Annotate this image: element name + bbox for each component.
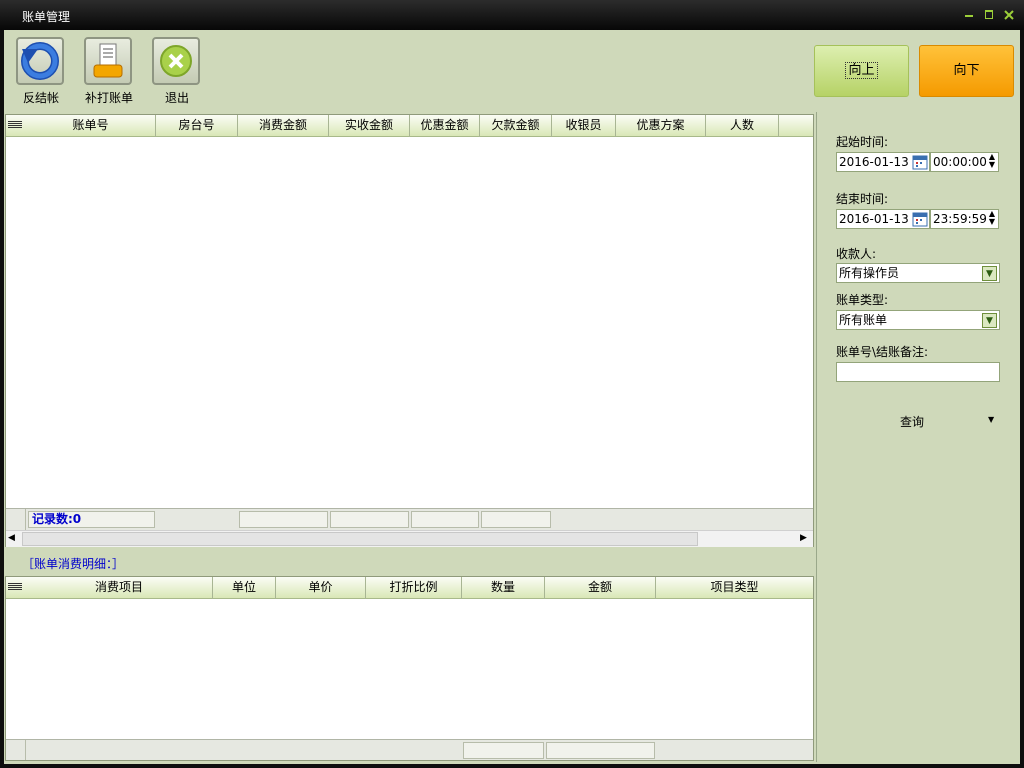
bill-type-label: 账单类型: bbox=[836, 293, 889, 307]
start-date-value: 2016-01-13 bbox=[839, 155, 909, 169]
col-arrears-amount[interactable]: 欠款金额 bbox=[480, 115, 552, 137]
up-button-label: 向上 bbox=[845, 62, 878, 79]
scrollbar-thumb[interactable] bbox=[22, 532, 698, 546]
col-room-no[interactable]: 房台号 bbox=[156, 115, 238, 137]
end-time-value: 23:59:59 bbox=[933, 212, 987, 226]
col-people[interactable]: 人数 bbox=[706, 115, 779, 137]
window-title: 账单管理 bbox=[22, 10, 71, 24]
col-discount-plan[interactable]: 优惠方案 bbox=[616, 115, 706, 137]
chevron-down-icon[interactable]: ▼ bbox=[982, 313, 997, 328]
scroll-right-icon[interactable]: ▶ bbox=[800, 533, 807, 543]
down-button-label: 向下 bbox=[953, 63, 980, 78]
bill-table-header: 账单号 房台号 消费金额 实收金额 优惠金额 欠款金额 收银员 优惠方案 人数 bbox=[6, 115, 813, 137]
query-button[interactable]: 查询 ▼ bbox=[836, 409, 1000, 431]
filter-panel: 起始时间: 2016-01-13 00:00:00 ▲ ▼ 结束时间: 2016-… bbox=[816, 112, 1020, 762]
col-quantity[interactable]: 数量 bbox=[462, 577, 545, 599]
end-date-value: 2016-01-13 bbox=[839, 212, 909, 226]
payee-label: 收款人: bbox=[836, 247, 877, 261]
col-item-type[interactable]: 项目类型 bbox=[656, 577, 813, 599]
dropdown-arrow-icon[interactable]: ▼ bbox=[988, 415, 994, 424]
bill-type-value: 所有账单 bbox=[839, 313, 888, 327]
col-amount[interactable]: 金额 bbox=[545, 577, 656, 599]
col-received-amount[interactable]: 实收金额 bbox=[329, 115, 410, 137]
scroll-left-icon[interactable]: ◀ bbox=[8, 533, 15, 543]
col-discount-amount[interactable]: 优惠金额 bbox=[410, 115, 480, 137]
close-button[interactable] bbox=[1004, 9, 1014, 20]
start-time-value: 00:00:00 bbox=[933, 155, 987, 169]
col-cashier[interactable]: 收银员 bbox=[552, 115, 616, 137]
col-consume-item[interactable]: 消费项目 bbox=[26, 577, 213, 599]
col-unit-price[interactable]: 单价 bbox=[276, 577, 366, 599]
printer-icon bbox=[84, 37, 132, 85]
down-button[interactable]: 向下 bbox=[919, 45, 1014, 97]
col-bill-no[interactable]: 账单号 bbox=[26, 115, 156, 137]
bill-note-label: 账单号\结账备注: bbox=[836, 345, 929, 359]
undo-icon bbox=[16, 37, 64, 85]
up-button[interactable]: 向上 bbox=[814, 45, 909, 97]
col-unit[interactable]: 单位 bbox=[213, 577, 276, 599]
bill-note-input[interactable] bbox=[836, 362, 1000, 382]
horizontal-scrollbar[interactable]: ◀ ▶ bbox=[6, 530, 813, 547]
spin-icon[interactable]: ▲ ▼ bbox=[989, 153, 995, 169]
calendar-icon[interactable] bbox=[912, 154, 928, 170]
bill-type-select[interactable]: 所有账单 ▼ bbox=[836, 310, 1000, 330]
detail-table-header: 消费项目 单位 单价 打折比例 数量 金额 项目类型 bbox=[6, 577, 813, 599]
minimize-button[interactable] bbox=[964, 9, 974, 19]
start-time-label: 起始时间: bbox=[836, 135, 889, 149]
chevron-down-icon[interactable]: ▼ bbox=[982, 266, 997, 281]
record-count: 记录数:0 bbox=[28, 511, 155, 528]
end-time-input[interactable]: 23:59:59 ▲ ▼ bbox=[930, 209, 999, 229]
end-time-label: 结束时间: bbox=[836, 192, 889, 206]
menu-icon[interactable] bbox=[8, 120, 22, 132]
title-bar: 账单管理 bbox=[0, 0, 1024, 30]
payee-select[interactable]: 所有操作员 ▼ bbox=[836, 263, 1000, 283]
spin-icon[interactable]: ▲ ▼ bbox=[989, 210, 995, 226]
maximize-button[interactable] bbox=[984, 9, 994, 19]
close-icon bbox=[1004, 10, 1014, 20]
bill-table[interactable]: 账单号 房台号 消费金额 实收金额 优惠金额 欠款金额 收银员 优惠方案 人数 … bbox=[5, 114, 814, 547]
payee-value: 所有操作员 bbox=[839, 266, 900, 280]
detail-section-title: ［账单消费明细：］ bbox=[22, 557, 125, 571]
menu-icon[interactable] bbox=[8, 582, 22, 594]
col-consume-amount[interactable]: 消费金额 bbox=[238, 115, 329, 137]
reprint-bill-label: 补打账单 bbox=[84, 91, 133, 105]
reverse-settle-label: 反结帐 bbox=[22, 91, 59, 105]
col-discount-rate[interactable]: 打折比例 bbox=[366, 577, 462, 599]
calendar-icon[interactable] bbox=[912, 211, 928, 227]
start-time-input[interactable]: 00:00:00 ▲ ▼ bbox=[930, 152, 999, 172]
exit-label: 退出 bbox=[164, 91, 189, 105]
detail-table-footer bbox=[6, 739, 813, 760]
cancel-icon bbox=[152, 37, 200, 85]
bill-table-footer: 记录数:0 bbox=[6, 508, 813, 530]
query-label: 查询 bbox=[900, 415, 925, 429]
detail-table[interactable]: 消费项目 单位 单价 打折比例 数量 金额 项目类型 bbox=[5, 576, 814, 761]
